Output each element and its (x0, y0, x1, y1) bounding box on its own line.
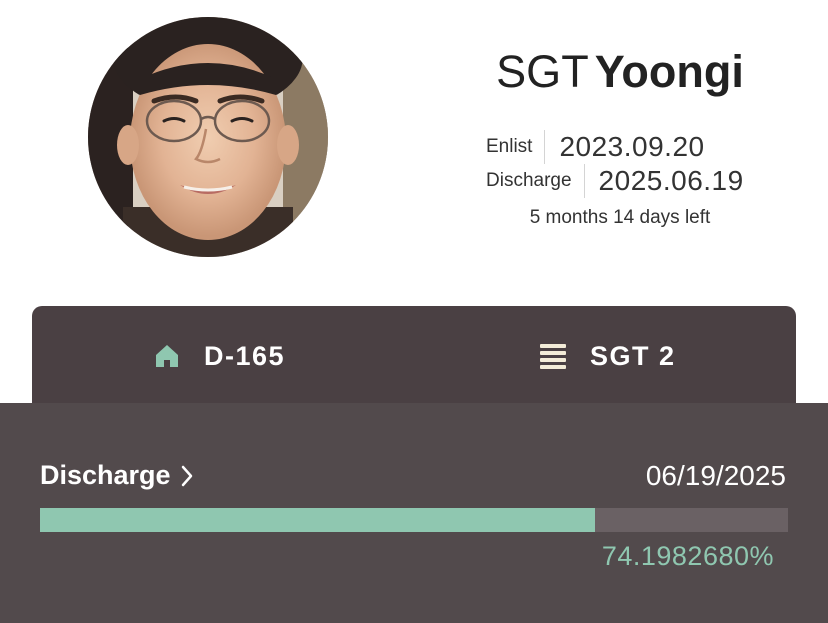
chevron-right-icon (181, 465, 193, 487)
progress-fill (40, 508, 595, 532)
avatar-photo (88, 17, 328, 257)
discharge-date: 2025.06.19 (598, 165, 744, 196)
page: SGT Yoongi Enlist 2023.09.20 Discharge 20… (0, 0, 828, 623)
profile-rank: SGT (496, 46, 589, 97)
discharge-progress-panel: Discharge 06/19/2025 74.1982680% (0, 403, 828, 623)
discharge-label: Discharge (486, 170, 572, 191)
profile-name-text: Yoongi (594, 46, 744, 97)
discharge-divider (583, 164, 585, 198)
enlist-label: Enlist (486, 136, 533, 157)
discharge-row: Discharge 2025.06.19 (486, 163, 744, 199)
enlist-row: Enlist 2023.09.20 (486, 129, 705, 165)
avatar (88, 17, 328, 257)
progress-percent: 74.1982680% (601, 541, 774, 571)
profile-name: SGT Yoongi (420, 46, 820, 98)
dday-count: D-165 (204, 340, 286, 371)
dday-stat[interactable]: D-165 (154, 306, 285, 406)
progress-track (40, 508, 788, 532)
rank-stat[interactable]: SGT 2 (540, 306, 676, 406)
enlist-date: 2023.09.20 (559, 131, 705, 162)
rank-stripes-icon (540, 343, 566, 369)
discharge-link[interactable]: Discharge (40, 460, 193, 491)
rank-level: SGT 2 (590, 340, 676, 371)
home-icon (154, 343, 180, 369)
discharge-title: Discharge (40, 460, 171, 490)
enlist-divider (544, 130, 546, 164)
stats-bar: D-165 SGT 2 (32, 306, 796, 406)
discharge-date-short: 06/19/2025 (645, 460, 786, 491)
time-remaining: 5 months 14 days left (529, 207, 711, 228)
